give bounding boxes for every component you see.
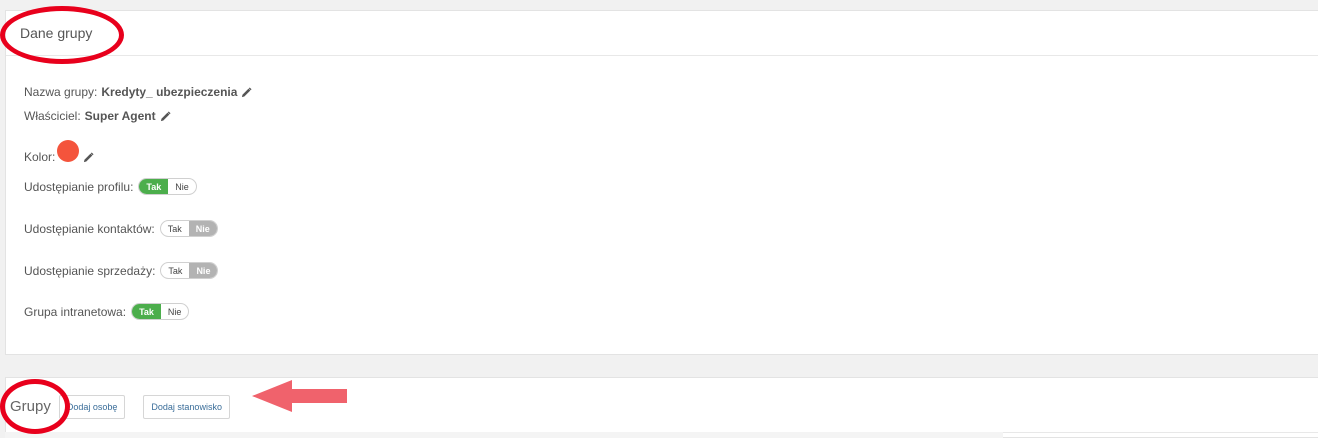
toggle-yes[interactable]: Tak <box>139 179 169 194</box>
sales-sharing-toggle[interactable]: Tak Nie <box>160 262 219 279</box>
annotation-circle <box>0 379 70 434</box>
owner-row: Właściciel: Super Agent <box>24 109 171 123</box>
color-swatch[interactable] <box>57 140 80 162</box>
groups-content-area <box>5 432 1003 438</box>
group-name-row: Nazwa grupy: Kredyty_ ubezpieczenia <box>24 85 252 99</box>
annotation-arrow-icon <box>252 380 347 412</box>
pencil-icon[interactable] <box>160 110 171 122</box>
toggle-no[interactable]: Nie <box>161 304 189 319</box>
toggle-yes[interactable]: Tak <box>161 221 189 236</box>
toggle-no[interactable]: Nie <box>168 179 196 194</box>
annotation-circle <box>0 6 124 64</box>
add-position-button[interactable]: Dodaj stanowisko <box>143 394 230 419</box>
pencil-icon[interactable] <box>83 151 94 163</box>
intranet-group-toggle[interactable]: Tak Nie <box>131 303 190 320</box>
intranet-group-label: Grupa intranetowa: <box>24 304 127 319</box>
sales-sharing-row: Udostępianie sprzedaży: Tak Nie <box>24 262 219 279</box>
contacts-sharing-toggle[interactable]: Tak Nie <box>159 220 218 237</box>
groups-header: Grupy Dodaj osobę Dodaj stanowisko <box>6 378 1318 433</box>
color-label: Kolor: <box>24 150 56 164</box>
profile-sharing-label: Udostępianie profilu: <box>24 179 134 194</box>
group-name-label: Nazwa grupy: <box>24 85 98 99</box>
toggle-no[interactable]: Nie <box>188 221 217 236</box>
group-details-panel: Dane grupy Nazwa grupy: Kredyty_ ubezpie… <box>5 10 1318 355</box>
contacts-sharing-row: Udostępianie kontaktów: Tak Nie <box>24 220 218 237</box>
sales-sharing-label: Udostępianie sprzedaży: <box>24 263 156 278</box>
toggle-no[interactable]: Nie <box>189 263 218 278</box>
owner-label: Właściciel: <box>24 109 81 123</box>
groups-panel: Grupy Dodaj osobę Dodaj stanowisko <box>5 377 1318 438</box>
toggle-yes[interactable]: Tak <box>132 304 161 319</box>
color-row: Kolor: <box>24 140 94 168</box>
pencil-icon[interactable] <box>241 86 252 98</box>
profile-sharing-toggle[interactable]: Tak Nie <box>138 178 197 195</box>
group-name-value: Kredyty_ ubezpieczenia <box>101 85 238 99</box>
owner-value: Super Agent <box>84 109 156 123</box>
intranet-group-row: Grupa intranetowa: Tak Nie <box>24 303 190 320</box>
profile-sharing-row: Udostępianie profilu: Tak Nie <box>24 178 197 195</box>
toggle-yes[interactable]: Tak <box>161 263 189 278</box>
group-details-header: Dane grupy <box>6 11 1318 56</box>
contacts-sharing-label: Udostępianie kontaktów: <box>24 221 155 236</box>
